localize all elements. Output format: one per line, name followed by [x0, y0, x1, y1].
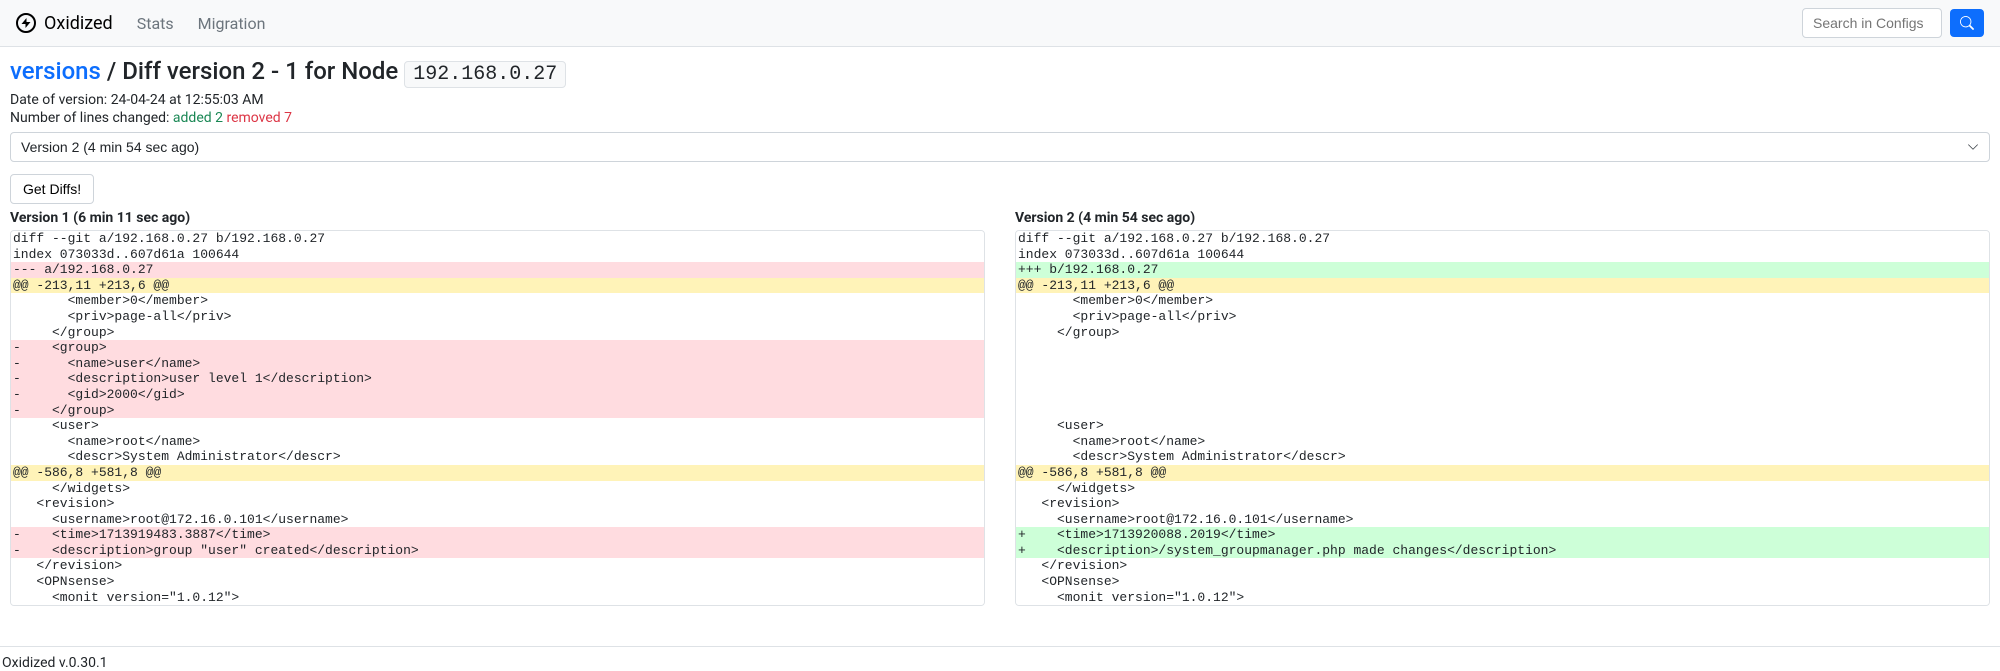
navbar-left: Oxidized Stats Migration: [16, 13, 265, 34]
diff-line: @@ -586,8 +581,8 @@: [1016, 465, 1989, 481]
diff-line: + <time>1713920088.2019</time>: [1016, 527, 1989, 543]
diff-line: <user>: [11, 418, 984, 434]
diff-line: - <name>user</name>: [11, 356, 984, 372]
diff-line: <OPNsense>: [1016, 574, 1989, 590]
diff-line: <username>root@172.16.0.101</username>: [11, 512, 984, 528]
added-count: added 2: [173, 110, 223, 126]
diff-line: - <description>group "user" created</des…: [11, 543, 984, 559]
diff-line: <name>root</name>: [11, 434, 984, 450]
removed-count: removed 7: [226, 110, 292, 126]
diff-line: <priv>page-all</priv>: [11, 309, 984, 325]
version-select[interactable]: Version 2 (4 min 54 sec ago): [10, 132, 1990, 162]
diff-line: - <time>1713919483.3887</time>: [11, 527, 984, 543]
diff-line: @@ -586,8 +581,8 @@: [11, 465, 984, 481]
diff-line: <user>: [1016, 418, 1989, 434]
page-title: versions / Diff version 2 - 1 for Node 1…: [10, 57, 1990, 88]
diff-line: diff --git a/192.168.0.27 b/192.168.0.27: [11, 231, 984, 247]
diff-columns: Version 1 (6 min 11 sec ago) diff --git …: [10, 210, 1990, 606]
diff-line: <monit version="1.0.12">: [11, 590, 984, 606]
left-column-title: Version 1 (6 min 11 sec ago): [10, 210, 985, 226]
diff-line: <revision>: [1016, 496, 1989, 512]
lines-label: Number of lines changed:: [10, 110, 173, 126]
diff-line: index 073033d..607d61a 100644: [1016, 247, 1989, 263]
diff-line: [1016, 403, 1989, 419]
diff-line: </widgets>: [1016, 481, 1989, 497]
navbar: Oxidized Stats Migration: [0, 0, 2000, 47]
date-label: Date of version:: [10, 92, 111, 108]
diff-line: - <group>: [11, 340, 984, 356]
diff-line: <OPNsense>: [11, 574, 984, 590]
diff-box-right: diff --git a/192.168.0.27 b/192.168.0.27…: [1015, 230, 1990, 606]
search-button[interactable]: [1950, 9, 1984, 37]
diff-line: [1016, 356, 1989, 372]
footer: Oxidized v.0.30.1: [0, 646, 2000, 671]
diff-line: + <description>/system_groupmanager.php …: [1016, 543, 1989, 559]
brand-link[interactable]: Oxidized: [16, 13, 113, 34]
diff-line: </group>: [1016, 325, 1989, 341]
diff-line: <member>0</member>: [1016, 293, 1989, 309]
get-diffs-button[interactable]: Get Diffs!: [10, 174, 94, 204]
footer-text: Oxidized v.0.30.1: [0, 655, 2000, 671]
diff-line: <username>root@172.16.0.101</username>: [1016, 512, 1989, 528]
search-input[interactable]: [1802, 8, 1942, 38]
diff-line: </revision>: [1016, 558, 1989, 574]
diff-line: </widgets>: [11, 481, 984, 497]
lines-changed-line: Number of lines changed: added 2 removed…: [10, 110, 1990, 126]
diff-line: - <description>user level 1</description…: [11, 371, 984, 387]
diff-line: <monit version="1.0.12">: [1016, 590, 1989, 606]
nav-link-migration[interactable]: Migration: [198, 14, 266, 33]
diff-line: diff --git a/192.168.0.27 b/192.168.0.27: [1016, 231, 1989, 247]
diff-box-left: diff --git a/192.168.0.27 b/192.168.0.27…: [10, 230, 985, 606]
diff-line: <descr>System Administrator</descr>: [11, 449, 984, 465]
nav-link-stats[interactable]: Stats: [137, 14, 174, 33]
diff-line: index 073033d..607d61a 100644: [11, 247, 984, 263]
diff-line: @@ -213,11 +213,6 @@: [1016, 278, 1989, 294]
diff-line: <revision>: [11, 496, 984, 512]
main-container: versions / Diff version 2 - 1 for Node 1…: [0, 47, 2000, 626]
diff-label: Diff version 2 - 1 for Node: [122, 57, 404, 85]
diff-line: --- a/192.168.0.27: [11, 262, 984, 278]
diff-line: </revision>: [11, 558, 984, 574]
diff-line: <priv>page-all</priv>: [1016, 309, 1989, 325]
node-badge: 192.168.0.27: [404, 61, 566, 88]
versions-link[interactable]: versions: [10, 57, 101, 85]
diff-line: [1016, 340, 1989, 356]
brand-text: Oxidized: [44, 13, 113, 34]
diff-line: [1016, 387, 1989, 403]
title-separator: /: [101, 57, 122, 85]
diff-line: - <gid>2000</gid>: [11, 387, 984, 403]
diff-column-left: Version 1 (6 min 11 sec ago) diff --git …: [10, 210, 985, 606]
diff-line: <name>root</name>: [1016, 434, 1989, 450]
diff-line: <descr>System Administrator</descr>: [1016, 449, 1989, 465]
oxidized-logo-icon: [16, 13, 36, 33]
diff-line: [1016, 371, 1989, 387]
date-value: 24-04-24 at 12:55:03 AM: [111, 92, 264, 108]
navbar-right: [1802, 8, 1984, 38]
search-icon: [1960, 16, 1974, 30]
right-column-title: Version 2 (4 min 54 sec ago): [1015, 210, 1990, 226]
diff-column-right: Version 2 (4 min 54 sec ago) diff --git …: [1015, 210, 1990, 606]
diff-line: +++ b/192.168.0.27: [1016, 262, 1989, 278]
date-line: Date of version: 24-04-24 at 12:55:03 AM: [10, 92, 1990, 108]
diff-line: <member>0</member>: [11, 293, 984, 309]
diff-line: @@ -213,11 +213,6 @@: [11, 278, 984, 294]
diff-line: - </group>: [11, 403, 984, 419]
diff-line: </group>: [11, 325, 984, 341]
